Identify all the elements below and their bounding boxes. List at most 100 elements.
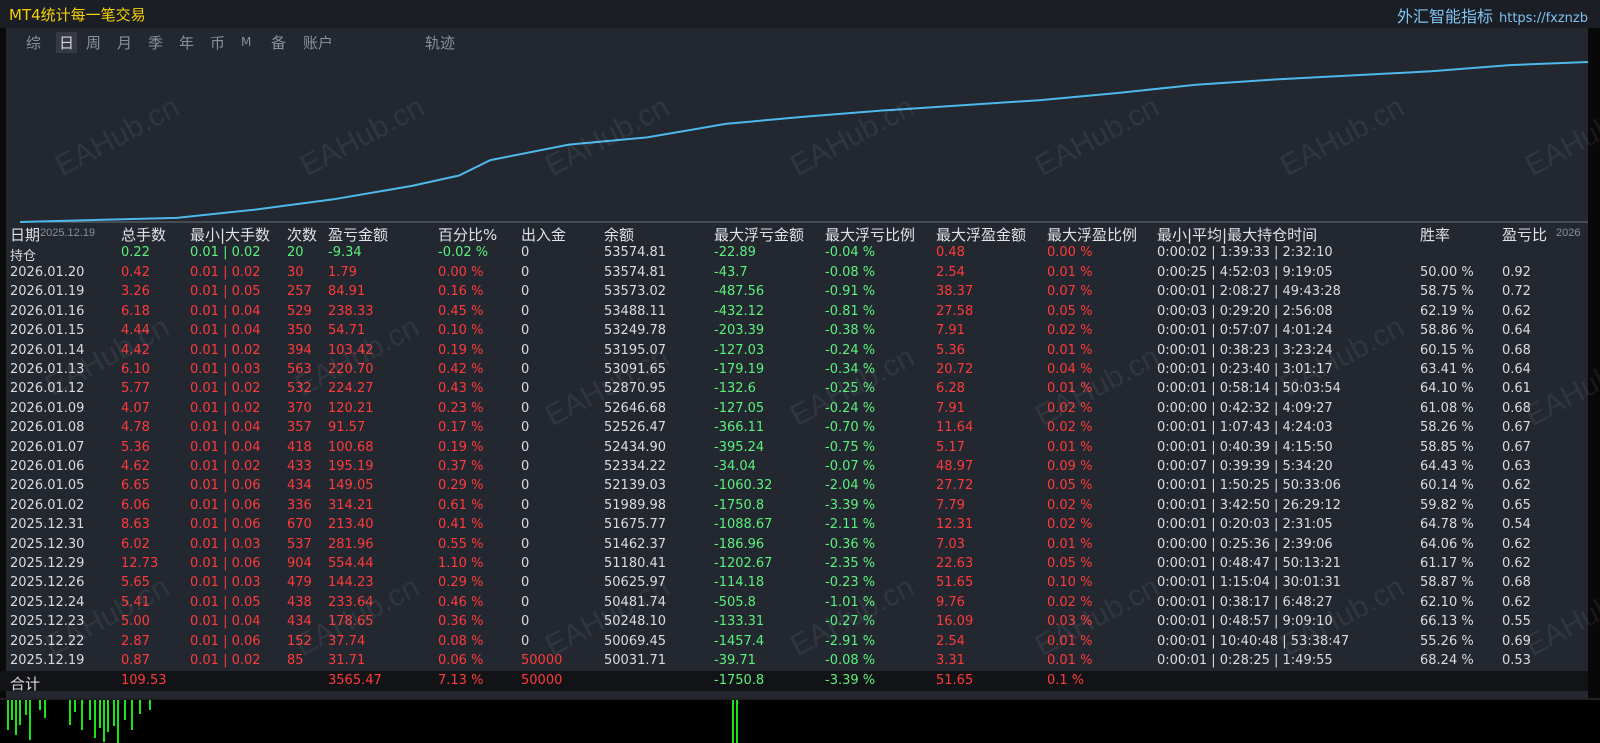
cell-win: 59.82 % bbox=[1420, 497, 1474, 513]
cell-max_dd: -1060.32 bbox=[714, 478, 773, 494]
cell-balance: 51989.98 bbox=[604, 497, 667, 513]
cell-flow: 0 bbox=[521, 614, 530, 630]
cell-lots: 5.65 bbox=[121, 575, 150, 591]
table-row: 2025.12.22 2.87 0.01 | 0.06 152 37.74 0.08 % 0… bbox=[6, 632, 1588, 652]
cell-max_fp_pct: 0.02 % bbox=[1047, 517, 1093, 533]
cell-max_fp_pct: 0.03 % bbox=[1047, 614, 1093, 630]
cell-pnl: 100.68 bbox=[328, 439, 374, 455]
cell-minmax: 0.01 | 0.04 bbox=[190, 614, 261, 630]
cell-date: 2026.01.20 bbox=[10, 265, 85, 280]
cell-max_fp_pct: 0.01 % bbox=[1047, 381, 1093, 397]
cell-win: 62.10 % bbox=[1420, 594, 1474, 610]
cell-balance: 51675.77 bbox=[604, 517, 667, 533]
table-row: 2025.12.23 5.00 0.01 | 0.04 434 178.65 0.36 %… bbox=[6, 612, 1588, 632]
cell-flow: 0 bbox=[521, 633, 530, 649]
cell-date: 2025.12.19 bbox=[10, 653, 85, 668]
cell-pct: 0.43 % bbox=[438, 381, 484, 397]
tab-5[interactable]: 年 bbox=[179, 32, 194, 53]
cell-pct: 0.17 % bbox=[438, 420, 484, 436]
cell-pnl: -9.34 bbox=[328, 245, 362, 260]
table-row: 2025.12.30 6.02 0.01 | 0.03 537 281.96 0.55 %… bbox=[6, 535, 1588, 555]
cell-hold_time: 0:00:01 | 10:40:48 | 53:38:47 bbox=[1157, 633, 1350, 649]
table-row: 2025.12.31 8.63 0.01 | 0.06 670 213.40 0.41 %… bbox=[6, 515, 1588, 535]
cell-lots: 4.07 bbox=[121, 400, 150, 416]
cell-count: 257 bbox=[287, 284, 312, 300]
cell-max_fp_pct: 0.02 % bbox=[1047, 400, 1093, 416]
cell-max_fp_pct: 0.04 % bbox=[1047, 362, 1093, 377]
cell-max_fp_pct: 0.05 % bbox=[1047, 556, 1093, 571]
cell-max_dd: -133.31 bbox=[714, 614, 765, 630]
cell-max_fp: 27.72 bbox=[936, 478, 974, 494]
cell-max_fp: 22.63 bbox=[936, 556, 974, 571]
cell-minmax: 0.01 | 0.03 bbox=[190, 362, 261, 377]
cell-minmax: 0.01 | 0.05 bbox=[190, 284, 261, 300]
cell-max_fp: 11.64 bbox=[936, 420, 974, 436]
cell-max_fp: 51.65 bbox=[936, 575, 974, 591]
cell-max_fp_pct: 0.01 % bbox=[1047, 439, 1093, 455]
tab-8[interactable]: 备 bbox=[271, 32, 286, 53]
brand-name: 外汇智能指标 bbox=[1396, 7, 1493, 26]
cell-hold_time: 0:00:00 | 0:42:32 | 4:09:27 bbox=[1157, 400, 1333, 416]
tab-10[interactable]: 轨迹 bbox=[425, 32, 455, 53]
cell-lots: 4.78 bbox=[121, 420, 150, 436]
cell-lots: 5.41 bbox=[121, 594, 150, 610]
cell-max_fp: 最大浮盈金额 bbox=[936, 226, 1027, 244]
cell-flow: 0 bbox=[521, 478, 530, 494]
table-row: 2026.01.19 3.26 0.01 | 0.05 257 84.91 0.16 % 0… bbox=[6, 282, 1588, 302]
cell-lots: 3.26 bbox=[121, 284, 150, 300]
tab-3[interactable]: 月 bbox=[117, 32, 132, 53]
cell-win: 61.17 % bbox=[1420, 556, 1474, 571]
cell-pct: -0.02 % bbox=[438, 245, 489, 260]
cell-count: 次数 bbox=[287, 226, 318, 244]
cell-count: 904 bbox=[287, 556, 312, 571]
cell-win: 64.43 % bbox=[1420, 459, 1474, 474]
tab-4[interactable]: 季 bbox=[148, 32, 163, 53]
cell-max_fp: 0.48 bbox=[936, 245, 965, 260]
cell-minmax: 0.01 | 0.02 bbox=[190, 265, 261, 280]
cell-hold_time: 0:00:07 | 0:39:39 | 5:34:20 bbox=[1157, 459, 1333, 474]
cell-balance: 51180.41 bbox=[604, 556, 667, 571]
cell-balance: 53574.81 bbox=[604, 245, 667, 260]
cell-flow: 0 bbox=[521, 303, 530, 319]
table-row: 2026.01.20 0.42 0.01 | 0.02 30 1.79 0.00 % 0 53… bbox=[6, 263, 1588, 283]
cell-lots: 6.06 bbox=[121, 497, 150, 513]
table-row: 2025.12.26 5.65 0.01 | 0.03 479 144.23 0.29 %… bbox=[6, 573, 1588, 593]
cell-lots: 6.02 bbox=[121, 536, 150, 552]
cell-flow: 0 bbox=[521, 517, 530, 533]
cell-max_fp: 7.91 bbox=[936, 323, 965, 339]
cell-hold_time: 0:00:01 | 0:48:47 | 50:13:21 bbox=[1157, 556, 1341, 571]
cell-hold_time: 0:00:02 | 1:39:33 | 2:32:10 bbox=[1157, 245, 1333, 260]
tab-2[interactable]: 周 bbox=[86, 32, 101, 53]
cell-count: 670 bbox=[287, 517, 312, 533]
cell-pct: 0.41 % bbox=[438, 517, 484, 533]
table-row: 2026.01.15 4.44 0.01 | 0.04 350 54.71 0.10 % 0… bbox=[6, 321, 1588, 341]
table-row: 2026.01.08 4.78 0.01 | 0.04 357 91.57 0.17 % 0… bbox=[6, 418, 1588, 438]
cell-lots: 6.18 bbox=[121, 303, 150, 319]
cell-minmax: 0.01 | 0.03 bbox=[190, 575, 261, 591]
cell-lots: 0.22 bbox=[121, 245, 150, 260]
cell-max_fp_pct: 0.01 % bbox=[1047, 342, 1093, 358]
cell-pnl: 281.96 bbox=[328, 536, 374, 552]
cell-date: 2025.12.30 bbox=[10, 536, 85, 552]
cell-count: 433 bbox=[287, 459, 312, 474]
tab-0[interactable]: 综 bbox=[26, 32, 41, 53]
cell-minmax: 最小|大手数 bbox=[190, 226, 271, 244]
cell-pct: 0.23 % bbox=[438, 400, 484, 416]
cell-max_dd_pct: -2.91 % bbox=[825, 633, 876, 649]
cell-ratio: 0.54 bbox=[1502, 517, 1531, 533]
brand-link[interactable]: 外汇智能指标 https://fxznzb bbox=[1397, 3, 1588, 27]
tab-1[interactable]: 日 bbox=[56, 32, 78, 53]
tab-7[interactable]: M bbox=[241, 35, 251, 49]
cell-max_fp: 3.31 bbox=[936, 653, 965, 668]
cell-max_fp_pct: 0.07 % bbox=[1047, 284, 1093, 300]
tab-6[interactable]: 币 bbox=[210, 32, 225, 53]
tab-9[interactable]: 账户 bbox=[303, 32, 333, 53]
cell-max_fp: 6.28 bbox=[936, 381, 965, 397]
cell-flow: 0 bbox=[521, 556, 530, 571]
cell-max_dd_pct: -0.24 % bbox=[825, 342, 876, 358]
cell-balance: 52646.68 bbox=[604, 400, 667, 416]
cell-count: 350 bbox=[287, 323, 312, 339]
cell-hold_time: 0:00:01 | 1:07:43 | 4:24:03 bbox=[1157, 420, 1333, 436]
cell-max_dd: -114.18 bbox=[714, 575, 765, 591]
cell-count: 20 bbox=[287, 245, 304, 260]
